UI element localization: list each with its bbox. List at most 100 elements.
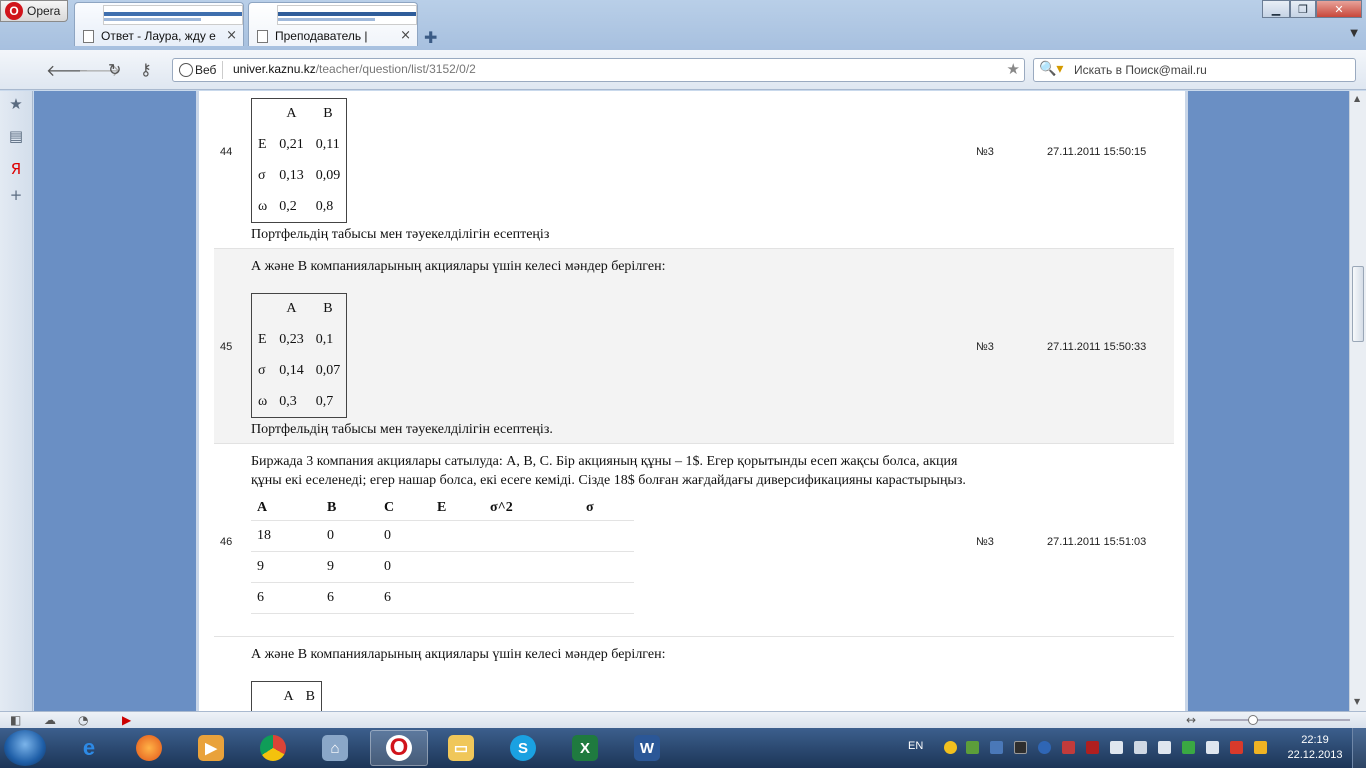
tab-label: Ответ - Лаура, жду е... [101, 29, 216, 43]
reload-icon[interactable]: ↻ [108, 60, 121, 79]
search-placeholder: Искать в Поиск@mail.ru [1074, 63, 1207, 77]
question-footer: Портфельдің табысы мен тәуекелділігін ес… [251, 227, 550, 242]
question-date: 27.11.2011 15:51:03 [1047, 536, 1147, 548]
action-center-icon[interactable] [1110, 741, 1123, 754]
fit-width-icon[interactable]: ↔ [1186, 713, 1196, 727]
table-cell: 0,14 [279, 363, 304, 378]
network-icon[interactable] [1134, 741, 1147, 754]
panel-toggle-icon[interactable]: ◧ [10, 713, 21, 727]
zoom-slider[interactable] [1210, 715, 1350, 725]
language-indicator[interactable]: EN [908, 740, 923, 752]
question-intro: Биржада 3 компания акциялары сатылуда: А… [251, 454, 966, 488]
start-button[interactable] [4, 730, 46, 766]
vertical-scrollbar[interactable]: ▲ ▼ [1349, 91, 1366, 711]
table-header: B [305, 689, 315, 705]
notes-icon[interactable]: ▤ [8, 128, 24, 144]
bookmark-star-icon[interactable]: ★ [1007, 60, 1020, 78]
close-button[interactable]: ✕ [1316, 0, 1362, 18]
question-date: 27.11.2011 15:50:15 [1047, 146, 1147, 158]
table-cell: 0,13 [279, 168, 304, 183]
table-row: А және В компанияларының акциялары үшін … [214, 637, 1174, 711]
question-intro: А және В компанияларының акциялары үшін … [251, 647, 666, 662]
table-cell [431, 520, 484, 552]
question-code: №3 [976, 341, 994, 353]
scroll-down-icon[interactable]: ▼ [1354, 697, 1360, 706]
bluetooth-icon[interactable] [1038, 741, 1051, 754]
word-taskbar-icon[interactable]: W [618, 730, 676, 766]
tray-app-icon[interactable] [1062, 741, 1075, 754]
explorer-taskbar-icon[interactable]: ▭ [432, 730, 490, 766]
address-field[interactable]: Веб univer.kaznu.kz/teacher/question/lis… [172, 58, 1025, 82]
volume-icon[interactable] [1158, 741, 1171, 754]
bookmarks-star-icon[interactable]: ★ [8, 96, 24, 112]
new-tab-icon[interactable]: ✚ [424, 28, 437, 47]
table-header: B [321, 496, 378, 521]
page-content: 44 AB E 0,21 0,11 σ 0,13 0,09 ω 0,2 0,8 Портфе… [196, 91, 1188, 711]
opera-taskbar-icon[interactable]: O [370, 730, 428, 766]
table-cell: 0,07 [315, 363, 341, 378]
tab-teacher[interactable]: Преподаватель | × [248, 2, 418, 46]
question-number: 45 [220, 341, 233, 353]
security-badge[interactable]: Веб [175, 61, 224, 79]
tray-app-icon[interactable] [1206, 741, 1219, 754]
search-field[interactable]: 🔍▾ Искать в Поиск@mail.ru [1033, 58, 1356, 82]
show-desktop-button[interactable] [1352, 728, 1366, 768]
tab-thumbnail [277, 5, 417, 25]
table-cell: 0,2 [279, 198, 297, 214]
search-engine-icon[interactable]: 🔍▾ [1039, 61, 1063, 77]
video-icon[interactable]: ▶ [122, 713, 131, 727]
minimize-button[interactable]: ▁ [1262, 0, 1290, 18]
table-header: A [286, 106, 297, 122]
table-cell: ω [258, 198, 268, 214]
network-taskbar-icon[interactable]: ⌂ [306, 730, 364, 766]
zoom-knob[interactable] [1248, 715, 1258, 725]
media-player-taskbar-icon[interactable]: ▶ [182, 730, 240, 766]
opera-menu-button[interactable]: O Opera [0, 0, 68, 22]
question-content: Биржада 3 компания акциялары сатылуда: А… [251, 452, 971, 614]
scroll-up-icon[interactable]: ▲ [1354, 94, 1360, 103]
chrome-taskbar-icon[interactable] [244, 730, 302, 766]
tray-app-icon[interactable] [1014, 741, 1027, 754]
speed-dial-icon[interactable]: ◔ [78, 713, 88, 727]
table-row: 44 A B E 0,21 0,11 σ 0,13 0,09 ω 0,2 0,8 Портфе… [214, 91, 1174, 249]
table-cell [484, 551, 580, 583]
shield-icon[interactable] [1230, 741, 1243, 754]
excel-taskbar-icon[interactable]: X [556, 730, 614, 766]
scroll-thumb[interactable] [1352, 266, 1364, 342]
table-cell: 18 [251, 520, 321, 552]
skype-taskbar-icon[interactable]: S [494, 730, 552, 766]
cloud-icon[interactable]: ☁ [44, 713, 56, 727]
battery-icon[interactable] [1182, 741, 1195, 754]
opera-menu-label: Opera [27, 4, 61, 18]
values-table: A B E 0,21 0,11 σ 0,13 0,09 ω 0,2 0,8 [251, 98, 348, 223]
tray-app-icon[interactable] [1254, 741, 1267, 754]
maximize-button[interactable]: ❐ [1290, 0, 1316, 18]
ie-taskbar-icon[interactable]: e [60, 730, 118, 766]
table-cell: 6 [251, 582, 321, 614]
table-cell: 0,7 [315, 393, 334, 409]
yandex-icon[interactable]: Я [8, 161, 24, 177]
values-table: AB [251, 681, 322, 711]
table-header: A [286, 301, 297, 317]
tab-label: Преподаватель | [275, 29, 368, 43]
clock-date: 22.12.2013 [1287, 749, 1343, 761]
page-icon [257, 30, 268, 43]
tray-app-icon[interactable] [1086, 741, 1099, 754]
notification-icon[interactable] [944, 741, 957, 754]
url-text[interactable]: univer.kaznu.kz/teacher/question/list/31… [233, 62, 476, 76]
question-number: 44 [220, 146, 233, 158]
table-cell: E [258, 332, 267, 347]
add-panel-icon[interactable]: + [8, 187, 24, 203]
tab-close-icon[interactable]: × [226, 28, 237, 43]
table-cell: 0 [321, 520, 378, 552]
system-clock[interactable]: 22:19 22.12.2013 [1280, 733, 1350, 763]
page-viewport: 44 AB E 0,21 0,11 σ 0,13 0,09 ω 0,2 0,8 Портфе… [34, 91, 1349, 711]
tab-list-icon[interactable]: ▼ [1350, 28, 1358, 39]
opera-logo-icon: O [5, 2, 23, 20]
key-icon[interactable]: ⚷ [140, 60, 152, 79]
firefox-taskbar-icon[interactable] [120, 730, 178, 766]
tray-app-icon[interactable] [966, 741, 979, 754]
tab-answer[interactable]: Ответ - Лаура, жду е... × [74, 2, 244, 46]
tab-close-icon[interactable]: × [400, 28, 411, 43]
tray-app-icon[interactable] [990, 741, 1003, 754]
